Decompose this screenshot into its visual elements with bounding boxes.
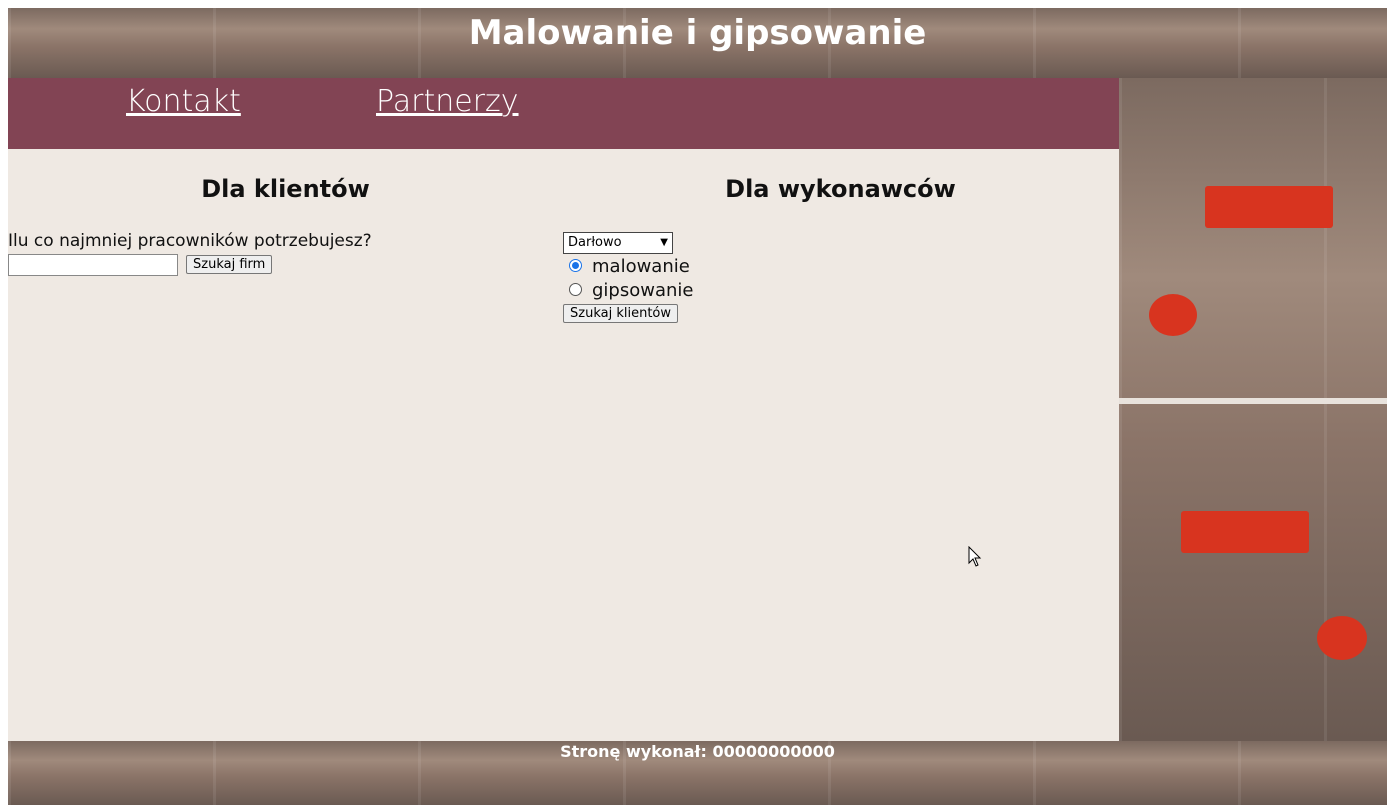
main-content: Dla klientów Ilu co najmniej pracowników… — [8, 149, 1119, 741]
radio-unchecked-icon — [569, 282, 582, 296]
search-companies-button[interactable]: Szukaj firm — [186, 255, 273, 274]
footer-author-text: Stronę wykonał: 00000000000 — [560, 742, 835, 761]
contractors-section: Dla wykonawców Darłowo ▼ malowanie gipso… — [563, 149, 1118, 741]
mouse-cursor-icon — [968, 546, 982, 567]
city-select-value: Darłowo — [568, 235, 622, 250]
radio-checked-icon — [569, 258, 582, 272]
radio-gipsowanie[interactable]: gipsowanie — [569, 280, 693, 301]
clients-section: Dla klientów Ilu co najmniej pracowników… — [8, 149, 563, 741]
radio-malowanie-label: malowanie — [592, 256, 690, 277]
workers-question-label: Ilu co najmniej pracowników potrzebujesz… — [8, 231, 372, 251]
clients-heading: Dla klientów — [201, 175, 370, 203]
page-title: Malowanie i gipsowanie — [468, 13, 927, 53]
radio-malowanie[interactable]: malowanie — [569, 256, 690, 277]
chevron-down-icon: ▼ — [660, 237, 668, 248]
nav-link-partnerzy[interactable]: Partnerzy — [376, 84, 519, 119]
workers-count-input[interactable] — [8, 254, 178, 276]
nav-link-kontakt[interactable]: Kontakt — [126, 84, 241, 119]
red-circle — [1149, 294, 1197, 336]
nav-bar: Kontakt Partnerzy — [8, 78, 1119, 149]
red-brick — [1181, 511, 1309, 553]
red-circle — [1317, 616, 1367, 660]
search-clients-button[interactable]: Szukaj klientów — [563, 304, 678, 323]
header-banner: Malowanie i gipsowanie — [8, 8, 1387, 78]
brick-wall-image — [1119, 78, 1387, 741]
contractors-heading: Dla wykonawców — [725, 175, 956, 203]
city-select[interactable]: Darłowo ▼ — [563, 232, 673, 254]
image-divider — [1119, 398, 1387, 404]
radio-gipsowanie-label: gipsowanie — [592, 280, 694, 301]
footer-banner: Stronę wykonał: 00000000000 — [8, 741, 1387, 805]
red-brick — [1205, 186, 1333, 228]
